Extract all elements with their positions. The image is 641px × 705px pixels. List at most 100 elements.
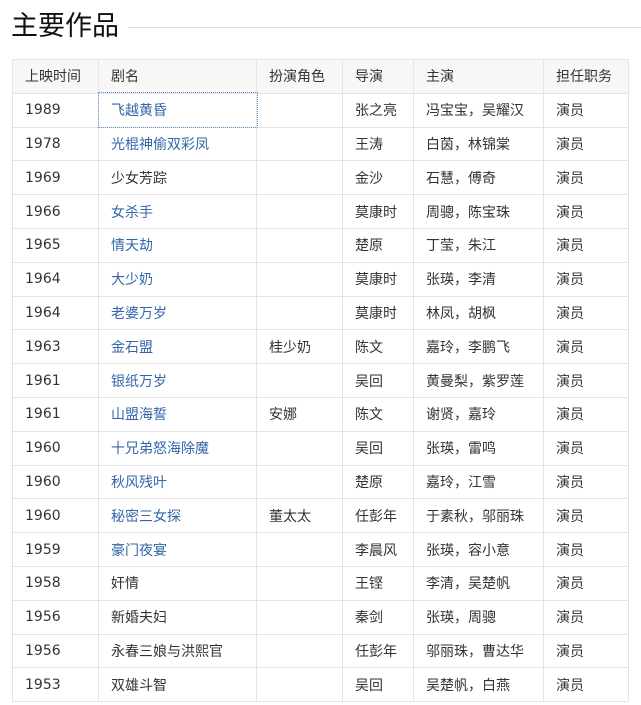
table-row: 1956 新婚夫妇 秦剑 张瑛，周骢 演员 [12, 599, 629, 635]
cell-year: 1964 [12, 295, 99, 331]
column-header-cast: 主演 [413, 59, 544, 94]
table-row: 1953 双雄斗智 吴回 吴楚帆，白燕 演员 [12, 667, 629, 703]
cell-year: 1956 [12, 599, 99, 635]
cell-director: 吴回 [342, 430, 414, 466]
cell-role: 桂少奶 [256, 329, 343, 365]
cell-role [256, 464, 343, 500]
cell-director: 吴回 [342, 363, 414, 398]
title-divider [128, 27, 641, 28]
cell-job: 演员 [543, 396, 629, 432]
cell-job: 演员 [543, 430, 629, 466]
cell-job: 演员 [543, 633, 629, 669]
cell-role [256, 532, 343, 567]
title-link[interactable]: 银纸万岁 [98, 363, 257, 398]
cell-cast: 白茵，林锦棠 [413, 126, 544, 162]
cell-director: 楚原 [342, 227, 414, 263]
cell-job: 演员 [543, 464, 629, 500]
cell-job: 演员 [543, 329, 629, 365]
cell-cast: 谢贤，嘉玲 [413, 396, 544, 432]
cell-role [256, 160, 343, 196]
cell-director: 张之亮 [342, 92, 414, 128]
cell-title: 奸情 [98, 565, 257, 601]
cell-job: 演员 [543, 363, 629, 398]
cell-role [256, 261, 343, 297]
title-link[interactable]: 山盟海誓 [98, 396, 257, 432]
cell-job: 演员 [543, 126, 629, 162]
table-row: 1958 奸情 王铿 李清，吴楚帆 演员 [12, 565, 629, 601]
cell-director: 吴回 [342, 667, 414, 703]
cell-director: 陈文 [342, 329, 414, 365]
cell-job: 演员 [543, 261, 629, 297]
cell-year: 1958 [12, 565, 99, 601]
column-header-year: 上映时间 [12, 59, 99, 94]
cell-title: 新婚夫妇 [98, 599, 257, 635]
cell-cast: 周骢，陈宝珠 [413, 194, 544, 229]
cell-job: 演员 [543, 532, 629, 567]
title-link[interactable]: 金石盟 [98, 329, 257, 365]
title-link[interactable]: 飞越黄昏 [97, 92, 258, 129]
table-row: 1963 金石盟 桂少奶 陈文 嘉玲，李鹏飞 演员 [12, 329, 629, 365]
column-header-director: 导演 [342, 59, 414, 94]
cell-director: 任彭年 [342, 633, 414, 669]
cell-cast: 张瑛，容小意 [413, 532, 544, 567]
cell-role [256, 92, 343, 128]
cell-role [256, 126, 343, 162]
title-link[interactable]: 光棍神偷双彩凤 [98, 126, 257, 162]
cell-director: 秦剑 [342, 599, 414, 635]
cell-cast: 冯宝宝，吴耀汉 [413, 92, 544, 128]
cell-director: 陈文 [342, 396, 414, 432]
cell-year: 1960 [12, 498, 99, 534]
title-link[interactable]: 秘密三女探 [98, 498, 257, 534]
cell-year: 1989 [12, 92, 99, 128]
cell-director: 王铿 [342, 565, 414, 601]
table-row: 1964 老婆万岁 莫康时 林凤，胡枫 演员 [12, 295, 629, 331]
cell-year: 1960 [12, 430, 99, 466]
cell-role [256, 430, 343, 466]
cell-role [256, 565, 343, 601]
cell-year: 1953 [12, 667, 99, 703]
table-row: 1965 情天劫 楚原 丁莹，朱江 演员 [12, 227, 629, 263]
table-row: 1956 永春三娘与洪熙官 任彭年 邬丽珠，曹达华 演员 [12, 633, 629, 669]
cell-title: 双雄斗智 [98, 667, 257, 703]
column-header-role: 扮演角色 [256, 59, 343, 94]
table-row: 1959 豪门夜宴 李晨风 张瑛，容小意 演员 [12, 532, 629, 567]
cell-year: 1961 [12, 396, 99, 432]
cell-director: 王涛 [342, 126, 414, 162]
cell-cast: 吴楚帆，白燕 [413, 667, 544, 703]
cell-year: 1965 [12, 227, 99, 263]
cell-role [256, 667, 343, 703]
cell-year: 1961 [12, 363, 99, 398]
cell-role: 安娜 [256, 396, 343, 432]
title-link[interactable]: 情天劫 [98, 227, 257, 263]
title-link[interactable]: 老婆万岁 [98, 295, 257, 331]
cell-cast: 石慧，傅奇 [413, 160, 544, 196]
cell-role [256, 295, 343, 331]
table-row: 1978 光棍神偷双彩凤 王涛 白茵，林锦棠 演员 [12, 126, 629, 162]
cell-year: 1956 [12, 633, 99, 669]
table-row: 1961 银纸万岁 吴回 黄曼梨，紫罗莲 演员 [12, 363, 629, 398]
table-row: 1960 秋风残叶 楚原 嘉玲，江雪 演员 [12, 464, 629, 500]
cell-cast: 嘉玲，李鹏飞 [413, 329, 544, 365]
cell-director: 任彭年 [342, 498, 414, 534]
cell-year: 1963 [12, 329, 99, 365]
title-link[interactable]: 女杀手 [98, 194, 257, 229]
cell-year: 1964 [12, 261, 99, 297]
page-title: 主要作品 [11, 11, 119, 42]
title-link[interactable]: 豪门夜宴 [98, 532, 257, 567]
cell-job: 演员 [543, 498, 629, 534]
cell-title: 少女芳踪 [98, 160, 257, 196]
cell-role [256, 194, 343, 229]
title-link[interactable]: 大少奶 [98, 261, 257, 297]
cell-year: 1969 [12, 160, 99, 196]
table-row: 1964 大少奶 莫康时 张瑛，李清 演员 [12, 261, 629, 297]
title-link[interactable]: 十兄弟怒海除魔 [98, 430, 257, 466]
cell-cast: 张瑛，李清 [413, 261, 544, 297]
table-row: 1989 飞越黄昏 张之亮 冯宝宝，吴耀汉 演员 [12, 92, 629, 129]
column-header-job: 担任职务 [543, 59, 629, 94]
cell-cast: 邬丽珠，曹达华 [413, 633, 544, 669]
cell-cast: 丁莹，朱江 [413, 227, 544, 263]
table-row: 1961 山盟海誓 安娜 陈文 谢贤，嘉玲 演员 [12, 396, 629, 432]
title-link[interactable]: 秋风残叶 [98, 464, 257, 500]
section-heading: 主要作品 [0, 0, 641, 50]
cell-cast: 林凤，胡枫 [413, 295, 544, 331]
